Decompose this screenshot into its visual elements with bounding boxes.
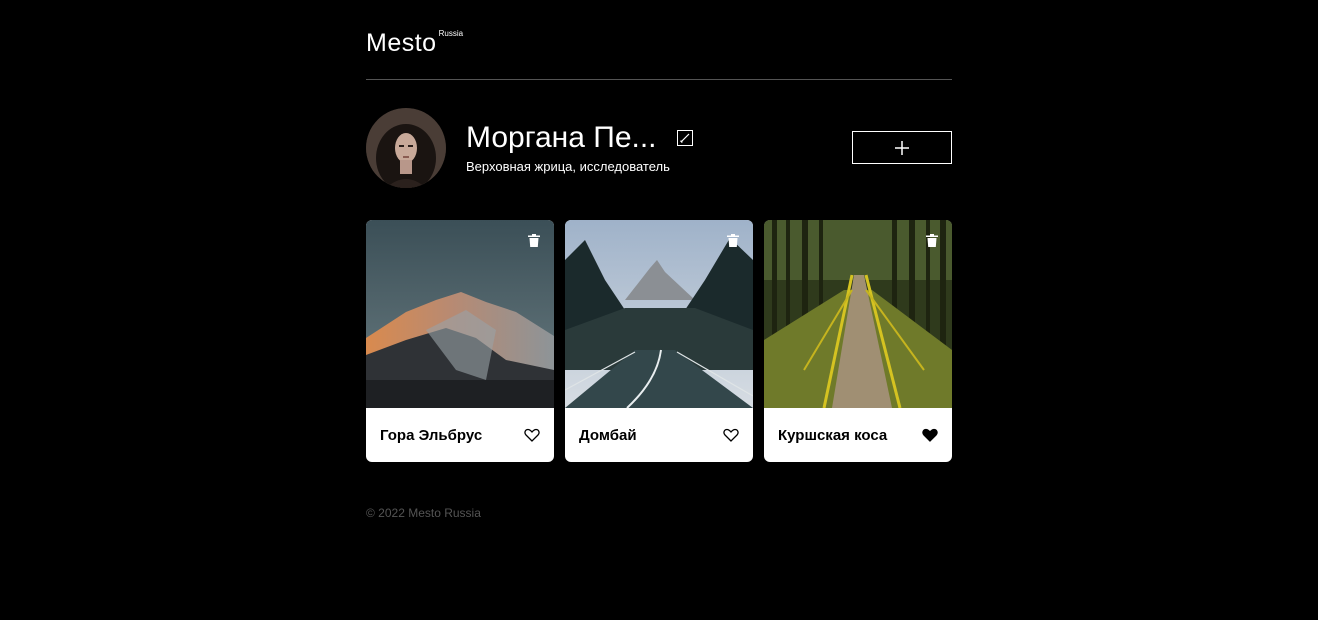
pencil-icon	[679, 133, 689, 143]
card-footer: Домбай	[565, 408, 753, 462]
card-footer: Куршская коса	[764, 408, 952, 462]
card-image[interactable]	[366, 220, 554, 408]
card-image[interactable]	[764, 220, 952, 408]
profile-name-row: Моргана Пе...	[466, 120, 693, 156]
heart-filled-icon[interactable]	[922, 428, 938, 442]
cards-grid: Гора Эльбрус Домбай Куршская коса	[366, 220, 952, 462]
copyright-text: © 2022 Mesto Russia	[366, 506, 481, 520]
card: Домбай	[565, 220, 753, 462]
card: Гора Эльбрус	[366, 220, 554, 462]
profile-about: Верховная жрица, исследователь	[466, 159, 670, 174]
footer: © 2022 Mesto Russia	[366, 506, 952, 520]
profile: Моргана Пе... Верховная жрица, исследова…	[366, 80, 952, 220]
card-footer: Гора Эльбрус	[366, 408, 554, 462]
trash-icon[interactable]	[528, 234, 540, 247]
logo-text: Mesto	[366, 29, 437, 57]
trash-icon[interactable]	[727, 234, 739, 247]
add-card-button[interactable]	[852, 131, 952, 164]
heart-outline-icon[interactable]	[723, 428, 739, 442]
mountain-sunset-image	[366, 220, 554, 408]
logo-superscript: Russia	[438, 29, 464, 38]
heart-outline-icon[interactable]	[524, 428, 540, 442]
mountain-road-image	[565, 220, 753, 408]
card-image[interactable]	[565, 220, 753, 408]
card-title: Домбай	[579, 426, 637, 444]
page: Mesto Russia Моргана Пе... Верховная жри…	[366, 0, 952, 520]
card: Куршская коса	[764, 220, 952, 462]
forest-boardwalk-image	[764, 220, 952, 408]
profile-name: Моргана Пе...	[466, 121, 657, 154]
avatar-image	[366, 108, 446, 188]
card-title: Куршская коса	[778, 426, 888, 444]
header: Mesto Russia	[366, 0, 952, 80]
logo: Mesto Russia	[366, 28, 463, 58]
card-title: Гора Эльбрус	[380, 426, 483, 444]
profile-info: Моргана Пе... Верховная жрица, исследова…	[466, 120, 693, 175]
edit-profile-button[interactable]	[676, 130, 693, 146]
avatar[interactable]	[366, 108, 446, 188]
plus-icon	[895, 140, 909, 155]
trash-icon[interactable]	[926, 234, 938, 247]
